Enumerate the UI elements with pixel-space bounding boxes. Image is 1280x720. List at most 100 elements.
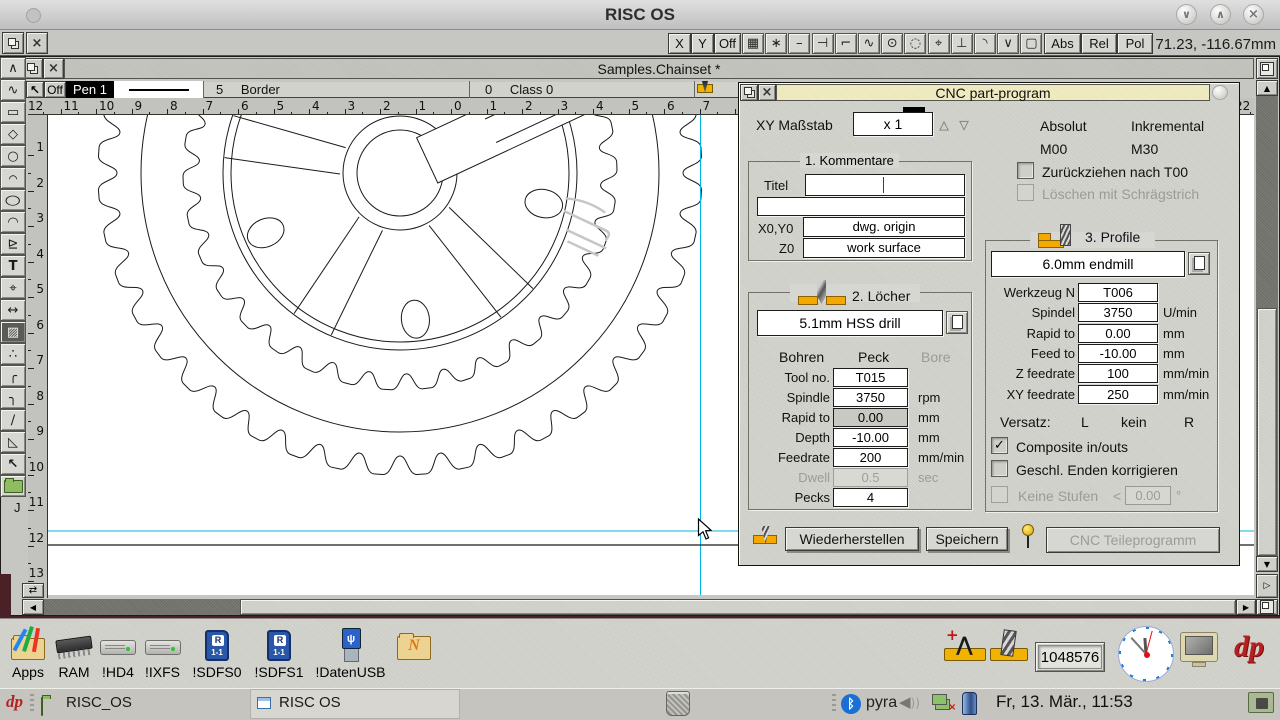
closed-curve-tool[interactable]: ◠ [0,211,26,233]
hatch-tool[interactable]: ▨ [0,321,26,343]
feedrate-input[interactable]: 200 [833,448,908,467]
arrow-line-tool[interactable]: ⊵ [0,233,26,255]
circle-center-icon[interactable]: ⊙ [881,33,903,54]
sdcard-sdfs0-icon[interactable]: R1-1!SDFS0 [190,624,244,684]
volume-icon[interactable]: ◀)) [899,693,920,711]
harddisc-ixfs-icon[interactable]: !IXFS [140,624,185,684]
v-adjust-button[interactable]: ▷ [1256,574,1278,598]
bluetooth-icon[interactable]: ᛒ [841,694,861,714]
minimize-button[interactable]: ∨ [1176,4,1197,25]
line-endpoint-icon[interactable]: ⊣ [812,33,834,54]
pointer-mode-button[interactable]: ↖ [26,81,44,98]
dimension-tool[interactable]: ↔ [0,299,26,321]
save-button[interactable]: Speichern [926,527,1008,551]
rectangle-tool[interactable]: ▭ [0,101,26,123]
z-feedrate-input[interactable]: 100 [1078,364,1158,383]
cnc-close-button[interactable]: × [758,84,776,101]
scroll-right-button[interactable]: ▶ [1236,599,1256,615]
y-toggle-button[interactable]: Y [691,33,714,54]
v-scrollbar-thumb[interactable] [1257,308,1277,556]
off-toggle-button[interactable]: Off [714,33,741,54]
checkbox-enden[interactable] [991,460,1008,477]
titel-input[interactable] [805,174,965,196]
arc-tool[interactable]: ⌒ [0,167,26,189]
checkbox-composite[interactable]: ✓ [991,437,1008,454]
abs-mode-button[interactable]: Abs [1044,33,1081,54]
setsquare-tool[interactable]: ◺ [0,431,26,453]
sdcard-sdfs1-icon[interactable]: R1-1!SDFS1 [252,624,306,684]
harddisc-hd4-icon[interactable]: !HD4 [96,624,140,684]
pointer-tool[interactable]: ↖ [0,453,26,475]
checkbox-t00[interactable] [1017,162,1034,179]
arc-icon[interactable]: ◝ [974,33,996,54]
werkzeug-n-input[interactable]: T006 [1078,283,1158,302]
pen-indicator[interactable]: Pen 1 [66,81,114,98]
selection-box-icon[interactable]: ▢ [1020,33,1042,54]
scroll-left-button[interactable]: ◀ [22,599,44,615]
cnc-titlebar[interactable]: CNC part-program [776,84,1210,101]
line-corner-icon[interactable]: ⌐ [835,33,857,54]
tool-no-input[interactable]: T015 [833,368,908,387]
circle-dashed-icon[interactable]: ◌ [904,33,926,54]
pin-icon[interactable] [1022,524,1034,536]
spray-tool[interactable]: ∴ [0,343,26,365]
z0-input[interactable]: work surface [803,238,965,258]
spindle-input[interactable]: 3750 [833,388,908,407]
line-style-sample[interactable] [114,81,204,98]
scale-input[interactable]: x 1 [853,112,933,136]
pecks-input[interactable]: 4 [833,488,908,507]
taskbar-clock[interactable]: Fr, 13. Mär., 11:53 [996,692,1133,712]
depth-input[interactable]: -10.00 [833,428,908,447]
curve-tool[interactable]: ∿ [0,79,26,101]
comment-input[interactable] [757,197,965,216]
adjust-button[interactable]: ⇄ [22,583,44,598]
drill-tool-input[interactable]: 5.1mm HSS drill [757,310,943,336]
x-toggle-button[interactable]: X [668,33,691,54]
border-layer-field[interactable]: 5 Border [204,81,470,98]
point-tool[interactable]: ⌖ [0,277,26,299]
polyline-tool[interactable]: ∧ [0,57,26,79]
ram-disc-icon[interactable]: RAM [52,624,96,684]
toggle-size-button[interactable] [1256,58,1278,79]
rapid-to-input[interactable]: 0.00 [833,408,908,427]
resize-corner[interactable] [1256,599,1278,615]
toolbar-close-button[interactable]: × [26,32,48,54]
grid-icon[interactable]: ▦ [742,33,764,54]
circle-tool[interactable]: ○ [0,145,26,167]
clock-widget[interactable] [1118,626,1174,682]
pol-mode-button[interactable]: Pol [1117,33,1153,54]
spindel-input[interactable]: 3750 [1078,303,1158,322]
scale-down-button[interactable]: ▿ [959,112,969,136]
close-button[interactable]: × [1243,4,1264,25]
task-item-filer[interactable]: RISC_OS [36,689,246,719]
corner-tool-2[interactable]: ╮ [0,387,26,409]
ellipse-tool[interactable]: ○ [0,189,26,211]
dp-logo-icon[interactable]: dp [1234,630,1264,664]
taskbar-folder-icon[interactable] [1248,692,1274,713]
apps-icon[interactable]: Apps [6,624,50,684]
draw-close-button[interactable]: × [43,58,64,79]
rel-mode-button[interactable]: Rel [1081,33,1117,54]
cnc-back-button[interactable] [740,84,758,101]
battery-icon[interactable] [962,692,977,715]
xy-feedrate-input[interactable]: 250 [1078,385,1158,404]
point-snap-icon[interactable]: ⌖ [928,33,950,54]
polygon-tool[interactable]: ◇ [0,123,26,145]
scroll-up-button[interactable]: ▲ [1256,80,1278,96]
endmill-tool-input[interactable]: 6.0mm endmill [991,251,1185,277]
h-scrollbar-thumb[interactable] [240,599,1236,615]
feed-to-input[interactable]: -10.00 [1078,344,1158,363]
rapid-to-input[interactable]: 0.00 [1078,324,1158,343]
restore-button[interactable]: ∧ [1210,4,1231,25]
send-to-back-button[interactable] [2,32,24,54]
draw-titlebar[interactable]: Samples.Chainset * [64,58,1254,79]
origin-input[interactable]: dwg. origin [803,217,965,237]
pen-off-button[interactable]: Off [44,81,66,98]
folder-tool[interactable] [0,475,26,497]
text-tool[interactable]: T [0,255,26,277]
corner-tool-1[interactable]: ╭ [0,365,26,387]
cnc-iconise-button[interactable] [1212,85,1228,100]
snap-icon[interactable]: ∗ [765,33,787,54]
diagonal-tool[interactable]: ∕ [0,409,26,431]
drill-tool-menu-button[interactable] [946,311,968,334]
